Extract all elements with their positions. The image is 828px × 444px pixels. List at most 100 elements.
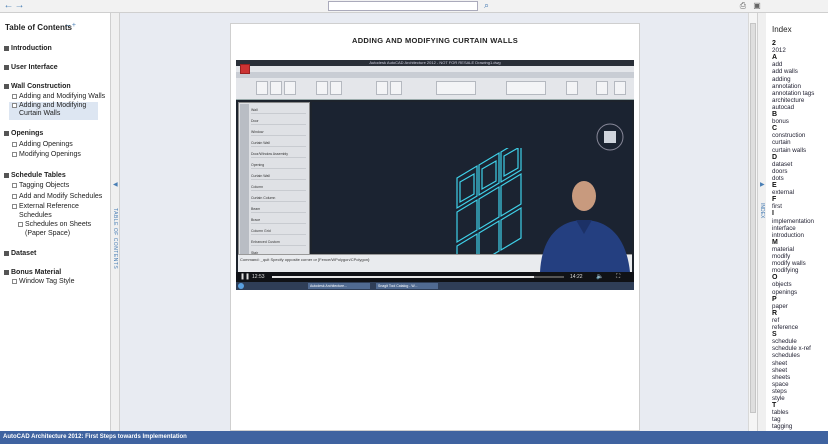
index-entry[interactable]: annotation [772,83,801,90]
index-entry[interactable]: first [772,203,782,210]
index-entry[interactable]: openings [772,289,797,296]
forward-arrow-icon[interactable]: → [14,1,25,11]
index-entry[interactable]: curtain walls [772,147,806,154]
autocad-ribbon [236,64,634,100]
index-entry[interactable]: construction [772,132,805,139]
toc-item[interactable]: External Reference [19,203,79,210]
toc-item[interactable]: Schedules on Sheets [25,221,91,228]
toc-item[interactable]: Adding and Modifying [19,102,86,109]
toc-item[interactable]: Add and Modify Schedules [19,193,102,200]
index-entry[interactable]: schedules [772,352,800,359]
toc-section[interactable]: Dataset [11,250,36,257]
presenter-video-overlay [540,181,630,272]
toc-section[interactable]: Bonus Material [11,269,61,276]
toc-collapse-expand-controls[interactable]: – + [66,22,76,29]
index-entry[interactable]: reference [772,324,798,331]
index-entry[interactable]: external [772,189,794,196]
index-entry[interactable]: space [772,381,789,388]
index-entry[interactable]: material [772,246,794,253]
palette-tool: Door [251,118,306,125]
index-entry[interactable]: autocad [772,104,794,111]
index-entry[interactable]: add [772,61,782,68]
index-entry[interactable]: ref [772,317,779,324]
toc-side-tab[interactable]: ◀ TABLE OF CONTENTS [111,13,120,431]
toc-item[interactable]: Adding and Modifying Walls [19,93,105,100]
index-entry[interactable]: interface [772,225,796,232]
index-entry[interactable]: adding [772,76,791,83]
content-scrollbar[interactable] [748,13,757,431]
index-entry[interactable]: implementation [772,218,814,225]
index-entry[interactable]: tables [772,409,789,416]
video-progress-bar[interactable] [272,276,564,278]
palette-tool: Column Grid [251,228,306,235]
back-arrow-icon[interactable]: ← [3,1,14,11]
index-entry[interactable]: add walls [772,68,798,75]
collapse-left-icon[interactable]: ◀ [113,181,118,188]
ribbon-dropdown [436,81,476,95]
toc-section[interactable]: Openings [11,130,43,137]
toc-section[interactable]: Schedule Tables [11,172,66,179]
toc-section-icon [4,65,9,70]
video-player[interactable]: Autodesk AutoCAD Architecture 2012 - NOT… [236,60,634,290]
index-entry[interactable]: sheet [772,360,787,367]
fullscreen-icon[interactable]: ⛶ [616,273,620,281]
index-entry[interactable]: style [772,395,785,402]
index-letter-heading: A [772,54,778,62]
window-icon[interactable]: ▣ [752,1,762,11]
volume-icon[interactable]: 🔈 [596,273,603,281]
viewcube-icon [596,123,624,151]
index-entry[interactable]: dataset [772,161,792,168]
toc-section[interactable]: User Interface [11,64,58,71]
index-entry[interactable]: sheet [772,367,787,374]
index-entry[interactable]: curtain [772,139,791,146]
toc-item[interactable]: Window Tag Style [19,278,75,285]
palette-tool: Window [251,129,306,136]
index-entry[interactable]: doors [772,168,787,175]
index-entry[interactable]: modify walls [772,260,806,267]
index-entry[interactable]: modifying [772,267,798,274]
search-icon[interactable]: ⌕ [481,0,492,12]
index-entry[interactable]: schedule [772,338,797,345]
toc-item[interactable]: (Paper Space) [25,230,70,237]
toc-section-icon [4,84,9,89]
index-entry[interactable]: sheets [772,374,790,381]
video-controls: ❚❚ 12:53 14:22 🔈 ⛶ [236,272,634,282]
palette-tool: Opening [251,162,306,169]
toc-section[interactable]: Wall Construction [11,83,71,90]
index-entry[interactable]: architecture [772,97,804,104]
scrollbar-thumb[interactable] [750,23,756,413]
index-entry[interactable]: schedule x-ref [772,345,811,352]
palette-strip [240,104,249,270]
index-entry[interactable]: annotation tags [772,90,814,97]
toc-item[interactable]: Modifying Openings [19,151,81,158]
index-entry[interactable]: tag [772,416,781,423]
index-letter-heading: C [772,125,778,133]
ribbon-button [270,81,282,95]
toc-section-icon [4,173,9,178]
index-entry[interactable]: introduction [772,232,804,239]
index-entry[interactable]: dots [772,175,784,182]
ribbon-button [256,81,268,95]
index-entry[interactable]: paper [772,303,788,310]
index-entry[interactable]: steps [772,388,787,395]
index-letter-heading: R [772,309,778,317]
index-title: Index [772,25,792,34]
print-icon[interactable]: ⎙ [738,1,748,11]
toc-item[interactable]: Adding Openings [19,141,73,148]
toc-section[interactable]: Introduction [11,45,52,52]
ribbon-button [596,81,608,95]
index-side-tab[interactable]: ▶ INDEX [757,13,766,431]
index-entry[interactable]: tagging [772,423,792,430]
index-entry[interactable]: bonus [772,118,789,125]
search-input[interactable] [328,1,478,11]
toc-item[interactable]: Schedules [19,212,52,219]
index-entry[interactable]: 2012 [772,47,786,54]
index-entry[interactable]: modify [772,253,790,260]
pause-icon[interactable]: ❚❚ [240,273,250,281]
toc-item[interactable]: Curtain Walls [19,110,60,117]
toc-section-icon [4,131,9,136]
collapse-right-icon[interactable]: ▶ [760,181,765,188]
index-entry[interactable]: objects [772,281,792,288]
index-letter-heading: F [772,196,777,204]
toc-item[interactable]: Tagging Objects [19,182,69,189]
